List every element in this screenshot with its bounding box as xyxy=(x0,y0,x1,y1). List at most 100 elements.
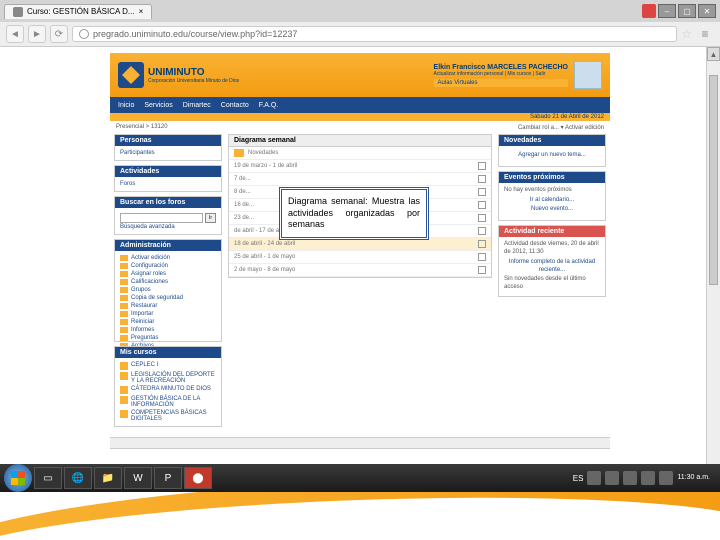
new-event-link[interactable]: Nuevo evento... xyxy=(504,206,600,214)
admin-link[interactable]: Copia de seguridad xyxy=(120,294,216,302)
block-title: Eventos próximos xyxy=(499,172,605,183)
clock[interactable]: 11:30 a.m. xyxy=(677,474,710,482)
url-field[interactable]: pregrado.uniminuto.edu/course/view.php?i… xyxy=(72,26,677,42)
user-links[interactable]: Actualizar información personal | Mis cu… xyxy=(434,71,568,77)
folder-icon xyxy=(120,271,128,277)
tray-icon[interactable] xyxy=(605,471,619,485)
scroll-up-icon[interactable]: ▲ xyxy=(707,47,720,61)
logo[interactable]: UNIMINUTO Corporación Universitaria Minu… xyxy=(118,62,239,88)
weekly-outline: Diagrama semanal Novedades 19 de marzo -… xyxy=(228,134,492,278)
block-buscar: Buscar en los foros Ir Búsqueda avanzada xyxy=(114,196,222,235)
browser-tab[interactable]: Curso: GESTIÓN BÁSICA D... × xyxy=(4,4,152,19)
viewport: UNIMINUTO Corporación Universitaria Minu… xyxy=(0,47,720,493)
admin-link[interactable]: Informes xyxy=(120,326,216,334)
checkbox-icon[interactable] xyxy=(478,162,486,170)
full-report-link[interactable]: Informe completo de la actividad recient… xyxy=(504,259,600,275)
checkbox-icon[interactable] xyxy=(478,201,486,209)
menu-inicio[interactable]: Inicio xyxy=(118,102,134,109)
network-icon[interactable] xyxy=(623,471,637,485)
taskbar-app[interactable]: ▭ xyxy=(34,467,62,489)
admin-link[interactable]: Grupos xyxy=(120,286,216,294)
checkbox-icon[interactable] xyxy=(478,253,486,261)
course-link[interactable]: CEPLEC I xyxy=(120,361,216,371)
folder-icon xyxy=(120,311,128,317)
course-link[interactable]: COMPETENCIAS BÁSICAS DIGITALES xyxy=(120,409,216,423)
checkbox-icon[interactable] xyxy=(478,266,486,274)
taskbar-app[interactable]: ⬤ xyxy=(184,467,212,489)
taskbar-app[interactable]: P xyxy=(154,467,182,489)
forward-button[interactable]: ► xyxy=(28,25,46,43)
outline-title: Diagrama semanal xyxy=(229,135,491,147)
folder-icon xyxy=(120,255,128,261)
breadcrumb-path[interactable]: Presencial > 13120 xyxy=(116,124,168,131)
activity-since: Actividad desde viernes, 20 de abril de … xyxy=(504,241,600,257)
topic-row[interactable]: 25 de abril - 1 de mayo xyxy=(229,251,491,264)
topic-row[interactable]: Novedades xyxy=(229,147,491,160)
menu-button[interactable]: ≡ xyxy=(696,25,714,43)
checkbox-icon[interactable] xyxy=(478,227,486,235)
admin-link[interactable]: Configuración xyxy=(120,262,216,270)
minimize-button[interactable]: – xyxy=(658,4,676,18)
course-link[interactable]: LEGISLACIÓN DEL DEPORTE Y LA RECREACIÓN xyxy=(120,371,216,385)
topic-row[interactable]: 2 de mayo - 8 de mayo xyxy=(229,264,491,277)
shield-icon[interactable] xyxy=(642,4,656,18)
admin-link[interactable]: Calificaciones xyxy=(120,278,216,286)
admin-link[interactable]: Restaurar xyxy=(120,302,216,310)
tray-icon[interactable] xyxy=(659,471,673,485)
menu-faq[interactable]: F.A.Q. xyxy=(259,102,278,109)
breadcrumb-actions[interactable]: Cambiar rol a... ▾ Activar edición xyxy=(518,124,604,131)
block-title: Administración xyxy=(115,240,221,251)
tray-icon[interactable] xyxy=(587,471,601,485)
topic-row[interactable]: 7 de... xyxy=(229,173,491,186)
maximize-button[interactable]: ▢ xyxy=(678,4,696,18)
taskbar-app[interactable]: 🌐 xyxy=(64,467,92,489)
advanced-search-link[interactable]: Búsqueda avanzada xyxy=(120,223,216,231)
block-title: Novedades xyxy=(499,135,605,146)
topic-row[interactable]: 19 de marzo - 1 de abril xyxy=(229,160,491,173)
menu-servicios[interactable]: Servicios xyxy=(144,102,172,109)
link-foros[interactable]: Foros xyxy=(120,180,216,188)
no-news-text: Sin novedades desde el último acceso xyxy=(504,276,600,292)
checkbox-icon[interactable] xyxy=(478,240,486,248)
close-tab-icon[interactable]: × xyxy=(139,7,144,16)
admin-link[interactable]: Preguntas xyxy=(120,334,216,342)
link-participantes[interactable]: Participantes xyxy=(120,149,216,157)
bookmark-icon[interactable]: ☆ xyxy=(681,27,692,41)
taskbar-app[interactable]: 📁 xyxy=(94,467,122,489)
checkbox-icon[interactable] xyxy=(478,175,486,183)
admin-link[interactable]: Reiniciar xyxy=(120,318,216,326)
start-button[interactable] xyxy=(4,464,32,492)
brand-subtitle: Corporación Universitaria Minuto de Dios xyxy=(148,78,239,84)
close-button[interactable]: ✕ xyxy=(698,4,716,18)
folder-icon xyxy=(120,319,128,325)
slide-decoration xyxy=(0,492,720,540)
admin-link[interactable]: Asignar roles xyxy=(120,270,216,278)
search-input[interactable] xyxy=(120,213,203,223)
avatar[interactable] xyxy=(574,61,602,89)
menu-dimartec[interactable]: Dimartec xyxy=(183,102,211,109)
course-link[interactable]: CÁTEDRA MINUTO DE DIOS xyxy=(120,385,216,395)
back-button[interactable]: ◄ xyxy=(6,25,24,43)
menu-contacto[interactable]: Contacto xyxy=(221,102,249,109)
add-topic-link[interactable]: Agregar un nuevo tema... xyxy=(504,152,600,160)
admin-link[interactable]: Activar edición xyxy=(120,254,216,262)
main-menu: Inicio Servicios Dimartec Contacto F.A.Q… xyxy=(110,97,610,113)
calendar-link[interactable]: Ir al calendario... xyxy=(504,197,600,205)
reload-button[interactable]: ⟳ xyxy=(50,25,68,43)
window-controls: – ▢ ✕ xyxy=(642,4,716,18)
folder-icon xyxy=(120,287,128,293)
taskbar-app[interactable]: W xyxy=(124,467,152,489)
admin-link[interactable]: Importar xyxy=(120,310,216,318)
scroll-thumb[interactable] xyxy=(709,75,718,285)
aulas-label: Aulas Virtuales xyxy=(434,79,568,87)
volume-icon[interactable] xyxy=(641,471,655,485)
folder-icon xyxy=(120,295,128,301)
search-go-button[interactable]: Ir xyxy=(205,213,216,223)
checkbox-icon[interactable] xyxy=(478,188,486,196)
checkbox-icon[interactable] xyxy=(478,214,486,222)
lang-indicator[interactable]: ES xyxy=(573,474,584,483)
tab-title: Curso: GESTIÓN BÁSICA D... xyxy=(27,7,135,16)
course-link[interactable]: GESTIÓN BÁSICA DE LA INFORMACIÓN xyxy=(120,395,216,409)
block-actividad-reciente: Actividad reciente Actividad desde viern… xyxy=(498,225,606,297)
vertical-scrollbar[interactable]: ▲ xyxy=(706,47,720,493)
